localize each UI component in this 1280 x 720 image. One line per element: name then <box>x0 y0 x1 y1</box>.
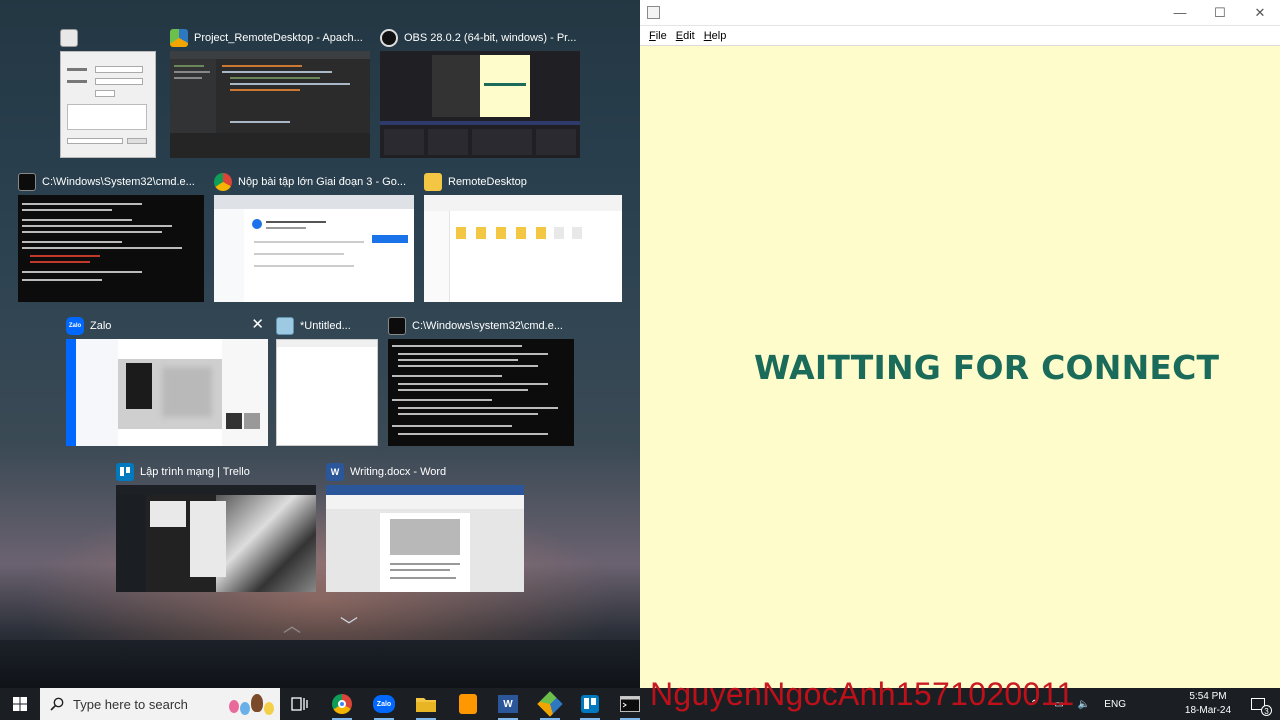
taskbar-word[interactable]: W <box>496 692 520 720</box>
window-thumb-zalo[interactable]: Zalo Zalo ✕ <box>66 314 268 446</box>
window-thumb-preview <box>170 51 370 158</box>
window-thumb-netbeans[interactable]: Project_RemoteDesktop - Apach... <box>170 26 370 158</box>
notification-icon: 3 <box>1251 698 1272 716</box>
taskbar-chrome[interactable] <box>330 692 354 720</box>
zalo-icon: Zalo <box>373 695 395 713</box>
taskbar-zalo[interactable]: Zalo <box>372 692 396 720</box>
java-app-icon <box>647 6 660 19</box>
window-thumb-word[interactable]: W Writing.docx - Word <box>326 460 524 592</box>
window-thumb-trello[interactable]: Lập trình mạng | Trello <box>116 460 316 592</box>
window-thumb-preview <box>116 485 316 592</box>
clock[interactable]: 5:54 PM 18-Mar-24 <box>1180 690 1236 718</box>
scroll-down-icon[interactable]: ﹀ <box>339 616 359 636</box>
java-app-icon <box>60 29 78 47</box>
close-button[interactable]: ✕ <box>1240 0 1280 26</box>
window-thumb-preview <box>18 195 204 302</box>
taskbar-cmd[interactable] <box>618 692 642 720</box>
window-thumb-title: OBS 28.0.2 (64-bit, windows) - Pr... <box>380 26 580 50</box>
window-thumb-preview <box>380 51 580 158</box>
window-thumb-preview <box>326 485 524 592</box>
chrome-icon <box>214 173 232 191</box>
window-thumb-title: C:\Windows\system32\cmd.e... <box>388 314 574 338</box>
window-thumb-preview <box>66 339 268 446</box>
menu-file[interactable]: File <box>649 30 667 42</box>
notification-center-button[interactable]: 3 <box>1244 688 1272 720</box>
scroll-up-icon[interactable]: ︿ <box>282 616 302 636</box>
window-thumb-title: Nộp bài tập lớn Giai đoạn 3 - Go... <box>214 170 414 194</box>
clock-time: 5:54 PM <box>1189 691 1227 702</box>
taskbar-netbeans[interactable] <box>537 691 563 720</box>
maximize-button[interactable]: ☐ <box>1200 0 1240 26</box>
cmd-icon <box>18 173 36 191</box>
window-thumb-title: W Writing.docx - Word <box>326 460 524 484</box>
close-window-button[interactable]: ✕ <box>251 316 264 334</box>
task-view: Project_RemoteDesktop - Apach... OBS 28.… <box>0 0 640 688</box>
window-thumb-preview <box>214 195 414 302</box>
trello-icon <box>581 695 599 713</box>
windows-icon <box>13 697 27 711</box>
notepad-icon <box>276 317 294 335</box>
trello-icon <box>116 463 134 481</box>
minimize-button[interactable]: — <box>1160 0 1200 26</box>
menu-help[interactable]: Help <box>704 30 727 42</box>
desktop-horizon <box>0 640 640 688</box>
volume-icon[interactable]: 🔈 <box>1078 699 1090 710</box>
netbeans-icon <box>170 29 188 47</box>
task-view-button[interactable] <box>288 692 312 716</box>
chrome-icon <box>332 694 352 714</box>
task-view-icon <box>291 697 308 711</box>
sublime-icon <box>459 694 477 714</box>
window-thumb-title: C:\Windows\System32\cmd.e... <box>18 170 204 194</box>
window-thumb-file-explorer[interactable]: RemoteDesktop <box>424 170 622 302</box>
window-thumb-preview <box>388 339 574 446</box>
window-thumb-obs[interactable]: OBS 28.0.2 (64-bit, windows) - Pr... <box>380 26 580 158</box>
menu-bar: File Edit Help <box>640 26 1280 46</box>
window-thumb-cmd-1[interactable]: C:\Windows\System32\cmd.e... <box>18 170 204 302</box>
taskbar: Type here to search Zalo W ⌃ ▭ 🔈 ENG 5:5… <box>0 688 1280 720</box>
clock-date: 18-Mar-24 <box>1184 705 1232 716</box>
window-titlebar: — ☐ ✕ <box>640 0 1280 26</box>
start-button[interactable] <box>0 688 40 720</box>
language-indicator[interactable]: ENG <box>1104 699 1126 710</box>
menu-edit[interactable]: Edit <box>676 30 695 42</box>
folder-icon <box>424 173 442 191</box>
window-thumb-title: RemoteDesktop <box>424 170 622 194</box>
window-thumb-preview <box>424 195 622 302</box>
cmd-icon <box>388 317 406 335</box>
netbeans-icon <box>537 691 563 717</box>
taskbar-search[interactable]: Type here to search <box>40 688 280 720</box>
word-icon: W <box>498 695 518 713</box>
file-explorer-icon <box>416 698 436 712</box>
window-thumb-title <box>60 26 156 50</box>
window-thumb-preview <box>60 51 156 158</box>
window-thumb-cmd-2[interactable]: C:\Windows\system32\cmd.e... <box>388 314 574 446</box>
window-thumb-notepad[interactable]: *Untitled... <box>276 314 378 446</box>
notification-count-badge: 3 <box>1261 705 1272 716</box>
window-thumb-title: *Untitled... <box>276 314 378 338</box>
cmd-icon <box>620 696 640 712</box>
word-icon: W <box>326 463 344 481</box>
overlay-watermark-text: NguyenNgocAnh1571020011 <box>650 676 1075 712</box>
remote-desktop-app-window: — ☐ ✕ File Edit Help WAITTING FOR CONNEC… <box>640 0 1280 688</box>
obs-icon <box>380 29 398 47</box>
connection-status-text: WAITTING FOR CONNECT <box>754 348 1220 387</box>
window-thumb-preview <box>276 339 378 446</box>
window-thumb-java-app[interactable] <box>60 26 156 158</box>
taskbar-trello[interactable] <box>578 692 602 720</box>
window-thumb-title: Project_RemoteDesktop - Apach... <box>170 26 370 50</box>
easter-eggs-icon <box>229 694 274 715</box>
taskbar-sublime[interactable] <box>456 692 480 716</box>
zalo-icon: Zalo <box>66 317 84 335</box>
window-thumb-title: Lập trình mạng | Trello <box>116 460 316 484</box>
search-icon <box>50 697 64 711</box>
window-thumb-chrome[interactable]: Nộp bài tập lớn Giai đoạn 3 - Go... <box>214 170 414 302</box>
taskbar-file-explorer[interactable] <box>414 692 438 720</box>
window-thumb-title: Zalo Zalo <box>66 314 268 338</box>
search-placeholder: Type here to search <box>73 696 188 712</box>
